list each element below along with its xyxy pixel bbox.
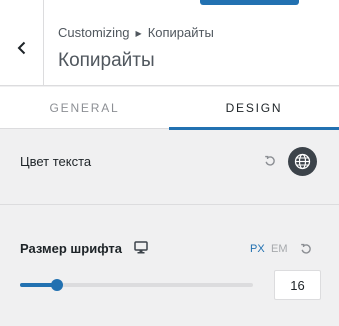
unit-px-button[interactable]: PX [250,243,265,255]
breadcrumb-separator-icon: ▶ [135,29,142,38]
tab-design[interactable]: DESIGN [169,87,339,130]
text-color-control: Цвет текста [0,130,339,205]
chevron-left-icon [17,41,25,54]
font-size-control: Размер шрифта PX EM [0,206,339,326]
globe-icon [294,153,311,170]
toolbar-divider [43,0,44,10]
undo-icon[interactable] [264,155,276,167]
slider-thumb[interactable] [51,279,64,291]
font-size-slider[interactable] [20,279,253,291]
unit-em-button[interactable]: EM [271,243,288,255]
undo-icon[interactable] [300,243,312,255]
breadcrumb-root: Customizing [58,25,130,40]
desktop-icon[interactable] [134,241,148,254]
tab-general[interactable]: GENERAL [0,87,169,128]
font-size-input[interactable] [274,270,321,300]
publish-button[interactable] [200,0,299,5]
tab-bar: GENERAL DESIGN [0,87,339,130]
text-color-label: Цвет текста [20,154,92,169]
font-size-label: Размер шрифта [20,241,122,256]
panel-header: Customizing ▶ Копирайты Копирайты [0,10,339,86]
back-button[interactable] [0,10,44,85]
panel-title: Копирайты [58,50,155,71]
color-picker-button[interactable] [288,147,317,176]
breadcrumb-current: Копирайты [147,25,214,40]
top-toolbar-edge [0,0,339,10]
breadcrumb: Customizing ▶ Копирайты [58,25,214,40]
